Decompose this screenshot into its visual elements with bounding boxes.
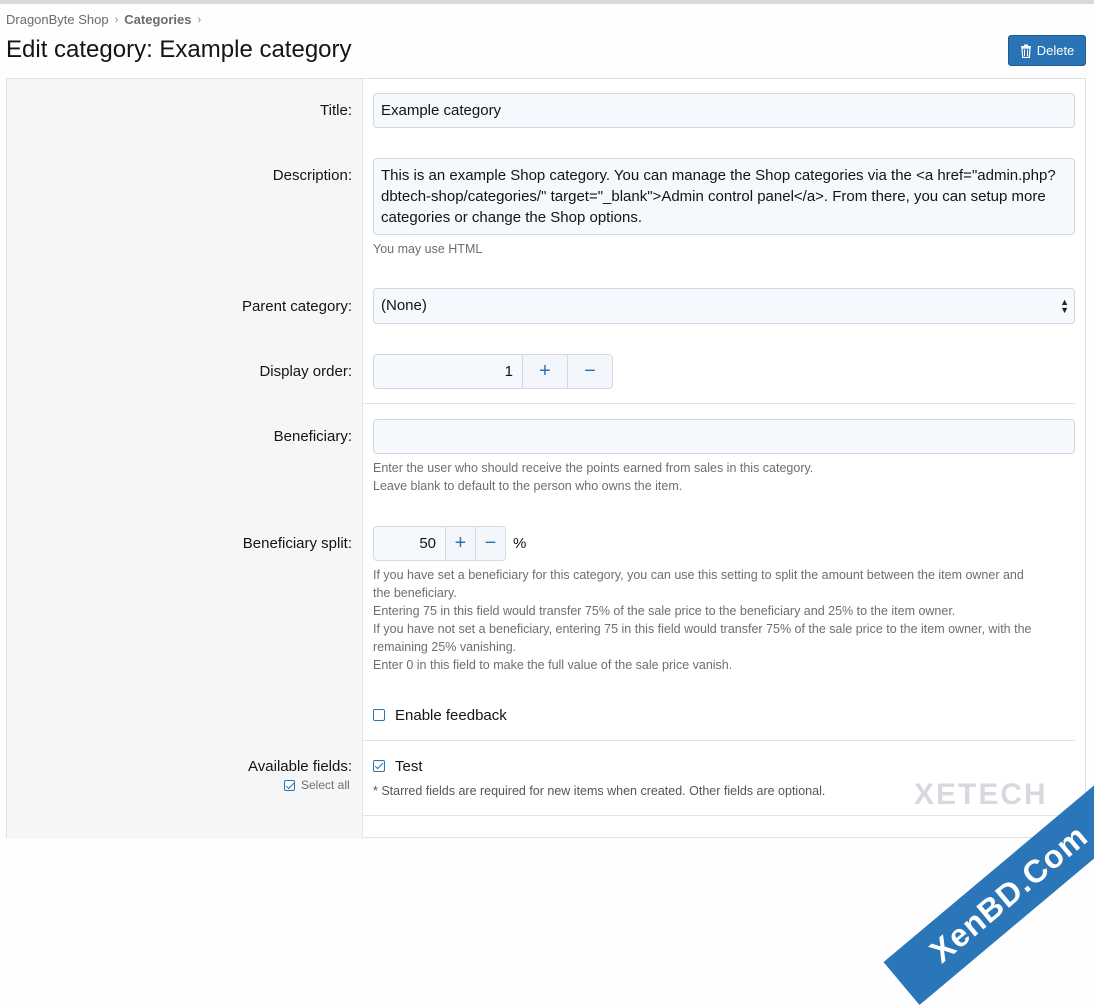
delete-button-label: Delete — [1036, 43, 1075, 58]
select-all-toggle[interactable]: Select all — [284, 778, 350, 792]
section-divider — [363, 815, 1075, 816]
beneficiary-split-hint-3: Entering 75 in this field would transfer… — [373, 604, 956, 618]
title-label: Title: — [320, 102, 352, 119]
breadcrumb-item-shop[interactable]: DragonByte Shop — [6, 12, 109, 27]
parent-category-label: Parent category: — [241, 298, 352, 315]
enable-feedback-label[interactable]: Enable feedback — [395, 707, 507, 724]
beneficiary-hint-1: Enter the user who should receive the po… — [373, 461, 814, 475]
beneficiary-split-decrement-button[interactable]: − — [475, 527, 505, 560]
display-order-stepper: 1 + − — [373, 354, 613, 389]
select-all-label: Select all — [301, 778, 350, 792]
beneficiary-hint-2: Leave blank to default to the person who… — [373, 479, 683, 493]
delete-button[interactable]: Delete — [1008, 35, 1086, 66]
display-order-decrement-button[interactable]: − — [567, 355, 612, 388]
beneficiary-split-stepper: 50 + − — [373, 526, 506, 561]
field-test-checkbox[interactable] — [373, 760, 385, 772]
select-caret-icon: ▲ ▼ — [1060, 297, 1069, 315]
description-hint: You may use HTML — [373, 242, 483, 256]
beneficiary-split-label: Beneficiary split: — [242, 535, 352, 552]
beneficiary-split-hint-2: the beneficiary. — [373, 586, 457, 600]
description-textarea[interactable]: This is an example Shop category. You ca… — [373, 158, 1075, 235]
beneficiary-label: Beneficiary: — [273, 428, 352, 445]
beneficiary-input[interactable] — [373, 419, 1075, 454]
description-label: Description: — [272, 167, 352, 184]
breadcrumb: DragonByte Shop › Categories › — [6, 12, 207, 27]
trash-icon — [1020, 44, 1031, 58]
label-column — [7, 79, 363, 839]
enable-feedback-checkbox[interactable] — [373, 709, 385, 721]
title-input[interactable]: Example category — [373, 93, 1075, 128]
available-fields-hint: * Starred fields are required for new it… — [373, 784, 826, 798]
section-divider — [363, 403, 1075, 404]
beneficiary-split-hint-1: If you have set a beneficiary for this c… — [373, 568, 1024, 582]
watermark-logo-text: XETECH — [914, 778, 1048, 811]
parent-category-select[interactable]: (None) ▲ ▼ — [373, 288, 1075, 324]
display-order-label: Display order: — [259, 363, 352, 380]
beneficiary-split-input[interactable]: 50 — [374, 527, 445, 560]
parent-category-value: (None) — [381, 297, 427, 314]
top-border — [0, 0, 1094, 4]
section-divider — [363, 740, 1075, 741]
field-test-label[interactable]: Test — [395, 758, 423, 775]
chevron-right-icon: › — [197, 13, 202, 26]
select-all-checkbox[interactable] — [284, 779, 295, 791]
chevron-right-icon: › — [114, 13, 119, 26]
display-order-increment-button[interactable]: + — [522, 355, 567, 388]
beneficiary-split-hint-5: remaining 25% vanishing. — [373, 640, 517, 654]
beneficiary-split-hint-6: Enter 0 in this field to make the full v… — [373, 658, 733, 672]
breadcrumb-item-categories[interactable]: Categories — [124, 12, 191, 27]
beneficiary-split-increment-button[interactable]: + — [445, 527, 475, 560]
display-order-input[interactable]: 1 — [374, 355, 522, 388]
percent-unit: % — [513, 535, 527, 552]
available-fields-label: Available fields: — [248, 758, 352, 775]
page-title: Edit category: Example category — [6, 36, 352, 63]
beneficiary-split-hint-4: If you have not set a beneficiary, enter… — [373, 622, 1032, 636]
